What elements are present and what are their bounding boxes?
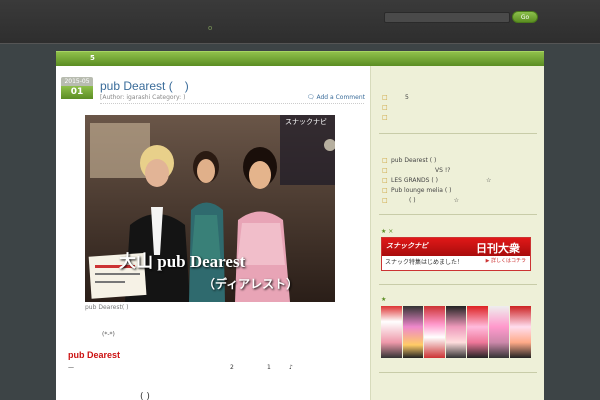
banner-header: スナックナビ 日刊大衆 — [382, 238, 530, 256]
banner-title: 日刊大衆 — [476, 242, 520, 255]
page-icon: □ — [382, 177, 388, 184]
nikkan-taishu-banner[interactable]: スナックナビ 日刊大衆 スナック特集はじめました！ ▶ 詳しくはコチラ — [381, 237, 531, 271]
magazine-cover[interactable] — [445, 306, 467, 358]
banner-logo: スナックナビ — [386, 242, 428, 250]
search-button[interactable]: Go — [512, 11, 538, 23]
list-item[interactable]: □ Pub lounge melia ( ) — [382, 186, 491, 196]
magazine-cover[interactable] — [467, 306, 488, 358]
list-item[interactable]: □( ) ☆ — [382, 196, 491, 206]
meta-divider — [100, 103, 364, 104]
banner-link[interactable]: ▶ 詳しくはコチラ — [486, 257, 526, 264]
banner-footer: スナック特集はじめました！ ▶ 詳しくはコチラ — [382, 256, 530, 266]
add-comment-label: Add a Comment — [316, 94, 365, 101]
photo-caption: pub Dearest( ) — [85, 304, 129, 311]
top-header: o Go — [0, 0, 600, 44]
sidebar-divider — [379, 214, 537, 215]
list-item[interactable]: □ LES GRANDS ( ) ☆ — [382, 176, 491, 186]
sidebar-divider — [379, 284, 537, 285]
recent-posts-list: □ pub Dearest ( ) □ VS !? □ LES GRANDS ( ) ☆… — [382, 156, 491, 206]
list-item[interactable]: □ — [382, 103, 409, 113]
page-icon: □ — [382, 114, 388, 121]
add-comment-link[interactable]: 🗨 Add a Comment — [307, 94, 365, 101]
emoticon: (*-*) — [102, 331, 115, 338]
page-icon: □ — [382, 94, 388, 101]
date-month: 2015-05 — [61, 77, 93, 86]
search-input[interactable] — [384, 12, 510, 23]
banner-text: スナック特集はじめました！ — [385, 259, 464, 266]
body-paren: ( ) — [140, 392, 150, 400]
photo-overlay-title: 大山 pub Dearest — [119, 252, 246, 271]
list-item[interactable]: □ — [382, 113, 409, 123]
date-day: 01 — [61, 86, 93, 99]
list-item[interactable]: □ 5 — [382, 93, 409, 103]
list-item[interactable]: □ pub Dearest ( ) — [382, 156, 491, 166]
photo-overlay-subtitle: （ディアレスト） — [203, 277, 299, 291]
post-photo[interactable]: スナックナビ 大山 pub Dearest （ディアレスト） — [85, 115, 335, 302]
nav-number[interactable]: 5 — [90, 54, 95, 62]
sidebar: □ 5 □ □ □ pub Dearest ( ) □ VS !? □ LES GRAN… — [370, 66, 544, 400]
nav-bar: 5 — [56, 51, 544, 66]
sidebar-divider — [379, 372, 537, 373]
music-note-icon: ♪ — [289, 364, 293, 371]
page-icon: □ — [382, 187, 388, 194]
section-star: ★ — [381, 296, 387, 303]
page-icon: □ — [382, 104, 388, 111]
sidebar-divider — [379, 133, 537, 134]
body-number-2: 1 — [267, 364, 271, 371]
magazine-cover[interactable] — [510, 306, 532, 358]
page-icon: □ — [382, 197, 388, 204]
post-title[interactable]: pub Dearest ( ) — [100, 77, 189, 94]
magazine-cover[interactable] — [488, 306, 510, 358]
list-item[interactable]: □ VS !? — [382, 166, 491, 176]
magazine-cover[interactable] — [402, 306, 424, 358]
page-icon: □ — [382, 157, 388, 164]
magazine-covers[interactable] — [381, 306, 532, 358]
post-meta: [Author: igarashi Category: ) — [100, 94, 186, 101]
magazine-cover[interactable] — [381, 306, 402, 358]
shop-heading: pub Dearest — [68, 350, 121, 360]
date-badge: 2015-05 01 — [61, 77, 93, 99]
body-number-1: 2 — [230, 364, 234, 371]
main-content: 2015-05 01 pub Dearest ( ) [Author: igar… — [56, 66, 370, 400]
page-icon: □ — [382, 167, 388, 174]
photo-tag: スナックナビ — [285, 118, 327, 126]
section-star: ★ × — [381, 228, 394, 235]
magazine-cover[interactable] — [424, 306, 445, 358]
sidebar-list-top: □ 5 □ □ — [382, 93, 409, 123]
comment-icon: 🗨 — [306, 94, 315, 101]
header-dot: o — [208, 24, 213, 32]
body-dash: — — [68, 364, 74, 371]
